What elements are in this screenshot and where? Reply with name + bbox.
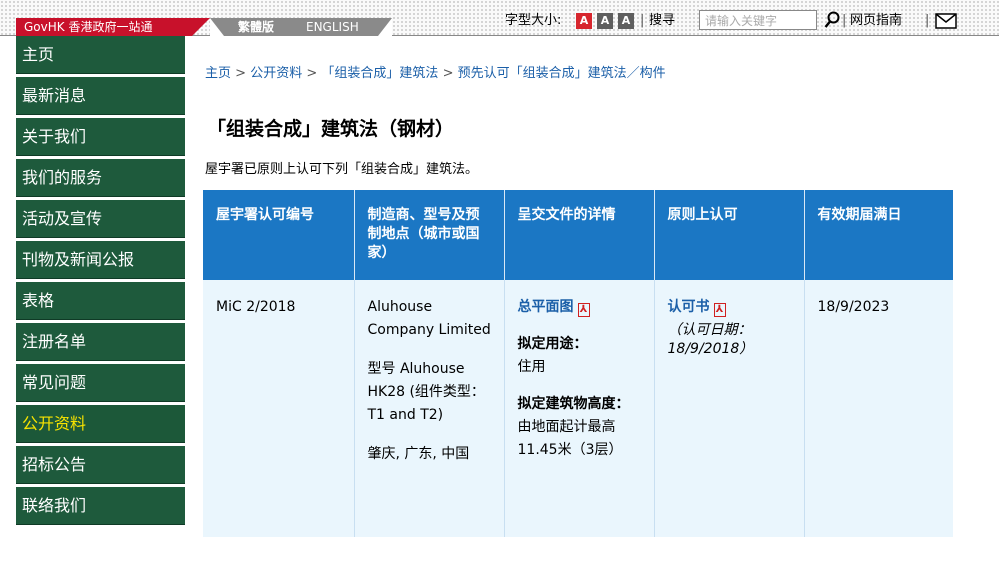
breadcrumb: 主页 > 公开资料 > 「组装合成」建筑法 > 预先认可「组装合成」建筑法／构件 [205,62,666,81]
cell-manufacturer: Aluhouse Company Limited 型号 Aluhouse HK2… [353,280,504,537]
web-guide-link[interactable]: 网页指南 [850,10,902,32]
breadcrumb-separator: > [442,66,454,81]
sidebar-item-publications[interactable]: 刊物及新闻公报 [16,241,185,279]
site-plan-link[interactable]: 总平面图 [518,299,574,315]
font-size-large-button[interactable]: A [618,13,634,29]
header-submission-details: 呈交文件的详情 [503,190,654,280]
lang-traditional-link[interactable]: 繁體版 [238,18,274,36]
lang-english-link[interactable]: ENGLISH [306,18,359,36]
sidebar-item-faq[interactable]: 常见问题 [16,364,185,402]
govhk-arrow-decoration [192,18,210,36]
toolbar-separator: | [925,13,930,28]
proposed-height-value: 由地面起计最高11.45米（3层） [517,419,623,458]
pdf-icon[interactable]: ⅄ [713,303,726,317]
breadcrumb-mic[interactable]: 「组装合成」建筑法 [321,66,438,81]
manufacturing-location: 肇庆, 广东, 中国 [367,446,470,462]
proposed-use-value: 住用 [517,359,546,375]
model-info: 型号 Aluhouse HK28 (组件类型：T1 and T2) [367,361,485,423]
language-bar: 繁體版 ENGLISH [210,18,392,36]
acceptance-letter-link[interactable]: 认可书 [668,299,710,315]
language-bar-left-notch [210,18,224,36]
header-in-principle-acceptance: 原则上认可 [653,190,804,280]
sidebar-item-contact-us[interactable]: 联络我们 [16,487,185,525]
sidebar-item-home[interactable]: 主页 [16,36,185,74]
page-title: 「组装合成」建筑法（钢材） [207,118,455,140]
proposed-height-label: 拟定建筑物高度： [517,396,630,412]
toolbar-separator: | [842,13,847,28]
mail-icon[interactable] [935,13,957,37]
breadcrumb-separator: > [306,66,318,81]
proposed-use-label: 拟定用途： [517,336,588,352]
sidebar-item-latest-news[interactable]: 最新消息 [16,77,185,115]
table-header-row: 屋宇署认可编号 制造商、型号及预制地点（城市或国家） 呈交文件的详情 原则上认可… [203,190,953,280]
acceptance-date: （认可日期：18/9/2018） [667,322,754,357]
sidebar-item-public-info[interactable]: 公开资料 [16,405,185,443]
pdf-icon[interactable]: ⅄ [577,303,590,317]
breadcrumb-public-info[interactable]: 公开资料 [250,66,302,81]
breadcrumb-pre-accepted-mic[interactable]: 预先认可「组装合成」建筑法／构件 [458,66,666,81]
manufacturer-name: Aluhouse Company Limited [367,299,491,338]
sidebar-item-events[interactable]: 活动及宣传 [16,200,185,238]
mic-table: 屋宇署认可编号 制造商、型号及预制地点（城市或国家） 呈交文件的详情 原则上认可… [203,190,953,537]
sidebar-item-tenders[interactable]: 招标公告 [16,446,185,484]
cell-in-principle-acceptance: 认可书 ⅄ （认可日期：18/9/2018） [653,280,804,537]
cell-expiry-date: 18/9/2023 [803,280,953,537]
toolbar-separator: | [640,13,645,28]
search-input[interactable]: 请输入关键字 [699,10,817,30]
breadcrumb-separator: > [235,66,247,81]
header-manufacturer: 制造商、型号及预制地点（城市或国家） [353,190,504,280]
cell-approval-number: MiC 2/2018 [203,280,354,537]
sidebar-item-forms[interactable]: 表格 [16,282,185,320]
font-size-small-button[interactable]: A [576,13,592,29]
govhk-link[interactable]: GovHK 香港政府一站通 [16,18,192,36]
language-bar-right-notch [378,18,392,36]
sidebar-nav: 主页 最新消息 关于我们 我们的服务 活动及宣传 刊物及新闻公报 表格 注册名单… [16,36,185,528]
table-row: MiC 2/2018 Aluhouse Company Limited 型号 A… [203,280,953,537]
font-size-label: 字型大小: [505,13,562,28]
breadcrumb-home[interactable]: 主页 [205,66,231,81]
sidebar-item-about-us[interactable]: 关于我们 [16,118,185,156]
search-icon[interactable] [824,11,840,37]
header-expiry-date: 有效期届满日 [803,190,953,280]
header-approval-number: 屋宇署认可编号 [203,190,354,280]
sidebar-item-our-services[interactable]: 我们的服务 [16,159,185,197]
cell-submission-details: 总平面图 ⅄ 拟定用途： 住用 拟定建筑物高度： 由地面起计最高11.45米（3层… [503,280,654,537]
search-label: 搜寻 [649,13,676,28]
intro-text: 屋宇署已原则上认可下列「组装合成」建筑法。 [205,162,479,177]
sidebar-item-registers[interactable]: 注册名单 [16,323,185,361]
font-size-medium-button[interactable]: A [597,13,613,29]
